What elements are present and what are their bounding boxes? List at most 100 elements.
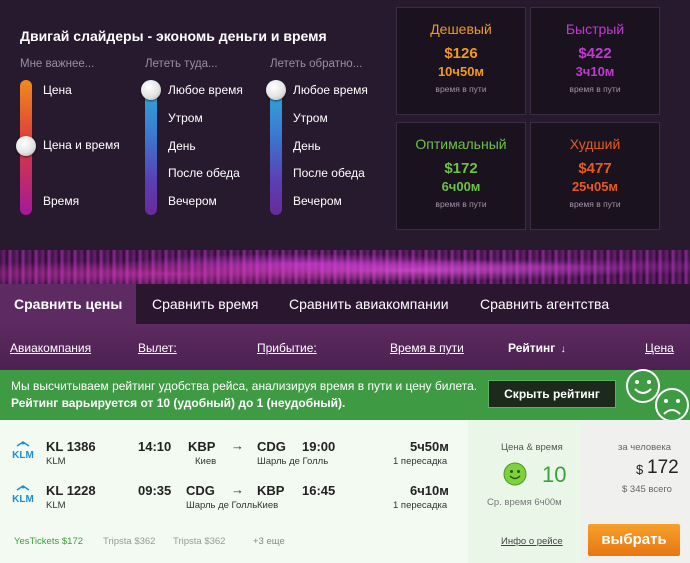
leg2-duration: 6ч10м <box>410 483 449 498</box>
select-button[interactable]: выбрать <box>588 524 680 556</box>
card-duration: 25ч05м <box>571 179 619 194</box>
total-price: $ 345 всего <box>622 484 672 495</box>
hide-rating-button[interactable]: Скрыть рейтинг <box>488 380 616 408</box>
sort-rating[interactable]: Рейтинг ↓ <box>508 341 566 355</box>
return-track[interactable] <box>270 80 282 215</box>
card-optimal[interactable]: Оптимальный $172 6ч00м время в пути <box>396 122 526 230</box>
departure-slider: Лететь туда... Любое время Утром День По… <box>141 58 243 215</box>
offer-yestickets[interactable]: YesTickets $172 <box>14 536 83 547</box>
card-duration: 10ч50м <box>437 64 485 79</box>
departure-track[interactable] <box>145 80 157 215</box>
price-value: 172 <box>647 457 679 478</box>
sad-face-icon <box>655 388 689 422</box>
leg1-dep-city: Киев <box>195 456 217 467</box>
card-fastest[interactable]: Быстрый $422 3ч10м время в пути <box>530 7 660 115</box>
preference-option-time[interactable]: Время <box>43 194 79 208</box>
rating-info-text: Мы высчитываем рейтинг удобства рейса, а… <box>11 378 481 412</box>
rating-info-desc: Мы высчитываем рейтинг удобства рейса, а… <box>11 379 478 393</box>
leg2-arrow-icon: → <box>231 482 244 497</box>
offer-tripsta[interactable]: Tripsta $362 <box>173 536 225 547</box>
sort-arrival[interactable]: Прибытие: <box>257 341 317 355</box>
sort-bar: Авиакомпания Вылет: Прибытие: Время в пу… <box>0 324 690 370</box>
card-title: Быстрый <box>565 21 625 37</box>
return-knob[interactable] <box>266 80 286 100</box>
avg-time: Ср. время 6ч00м <box>487 497 562 508</box>
sort-rating-label: Рейтинг <box>508 341 556 355</box>
preference-option-price[interactable]: Цена <box>43 83 72 97</box>
card-title: Дешевый <box>430 21 492 37</box>
sort-departure[interactable]: Вылет: <box>138 341 177 355</box>
card-title: Худший <box>569 136 621 152</box>
card-note: время в пути <box>569 199 621 209</box>
departure-option-day[interactable]: День <box>168 139 196 153</box>
offer-tripsta[interactable]: Tripsta $362 <box>103 536 155 547</box>
leg2-dep-time: 09:35 <box>138 483 172 498</box>
leg2-carrier: KLM <box>46 500 66 511</box>
preference-option-price-time[interactable]: Цена и время <box>43 138 120 152</box>
tab-compare-airlines[interactable]: Сравнить авиакомпании <box>289 284 449 324</box>
preference-header: Мне важнее... <box>20 58 95 70</box>
crowd-banner <box>0 250 690 284</box>
departure-option-afternoon[interactable]: После обеда <box>168 166 240 180</box>
happy-face-icon <box>503 462 527 486</box>
svg-text:KLM: KLM <box>12 450 34 461</box>
flight-result: KLM KL 1386 KLM 14:10 KBP Киев → CDG Шар… <box>0 420 690 563</box>
return-option-any[interactable]: Любое время <box>293 83 368 97</box>
sort-duration[interactable]: Время в пути <box>390 341 464 355</box>
compare-tabs: Сравнить цены Сравнить время Сравнить ав… <box>0 284 690 324</box>
leg1-carrier: KLM <box>46 456 66 467</box>
return-header: Лететь обратно... <box>270 58 363 70</box>
card-price: $477 <box>578 160 612 177</box>
leg1-arr-code: CDG <box>257 439 286 454</box>
filter-panel: Двигай слайдеры - экономь деньги и время… <box>0 0 690 250</box>
departure-option-evening[interactable]: Вечером <box>168 194 217 208</box>
leg1-dep-time: 14:10 <box>138 439 172 454</box>
sliders-title: Двигай слайдеры - экономь деньги и время <box>20 28 327 44</box>
return-option-morning[interactable]: Утром <box>293 111 328 125</box>
leg2-arr-city: Киев <box>257 500 279 511</box>
card-note: время в пути <box>435 199 487 209</box>
rating-info-bar: Мы высчитываем рейтинг удобства рейса, а… <box>0 369 690 422</box>
departure-option-any[interactable]: Любое время <box>168 83 243 97</box>
rating-info-range: Рейтинг варьируется от 10 (удобный) до 1… <box>11 396 346 410</box>
return-option-day[interactable]: День <box>293 139 321 153</box>
return-option-afternoon[interactable]: После обеда <box>293 166 365 180</box>
tab-compare-agencies[interactable]: Сравнить агентства <box>480 284 609 324</box>
svg-text:KLM: KLM <box>12 494 34 505</box>
leg1-duration: 5ч50м <box>410 439 449 454</box>
leg2-arr-code: KBP <box>257 483 285 498</box>
card-price: $126 <box>444 45 478 62</box>
return-slider: Лететь обратно... Любое время Утром День… <box>266 58 368 215</box>
sort-price[interactable]: Цена <box>645 341 674 355</box>
card-price: $422 <box>578 45 612 62</box>
card-note: время в пути <box>435 84 487 94</box>
price-currency: $ <box>636 462 644 477</box>
leg1-stops: 1 пересадка <box>393 456 448 467</box>
klm-logo-icon: KLM <box>12 441 34 461</box>
card-worst[interactable]: Худший $477 25ч05м время в пути <box>530 122 660 230</box>
per-person-label: за человека <box>618 442 672 453</box>
sort-airline[interactable]: Авиакомпания <box>10 341 91 355</box>
card-note: время в пути <box>569 84 621 94</box>
leg2-stops: 1 пересадка <box>393 500 448 511</box>
rating-label: Цена & время <box>501 442 563 453</box>
departure-option-morning[interactable]: Утром <box>168 111 203 125</box>
leg2-arr-time: 16:45 <box>302 483 336 498</box>
preference-knob[interactable] <box>16 136 36 156</box>
preference-slider: Мне важнее... Цена Цена и время Время <box>16 58 120 215</box>
card-price: $172 <box>444 160 478 177</box>
more-offers-link[interactable]: +3 еще <box>253 536 285 547</box>
departure-knob[interactable] <box>141 80 161 100</box>
flight-info-link[interactable]: Инфо о рейсе <box>501 536 563 547</box>
sort-arrow-icon: ↓ <box>560 344 566 355</box>
rating-value: 10 <box>542 462 567 487</box>
return-option-evening[interactable]: Вечером <box>293 194 342 208</box>
leg1-arr-city: Шарль де Голль <box>257 456 329 467</box>
leg1-arrow-icon: → <box>231 438 244 453</box>
card-cheapest[interactable]: Дешевый $126 10ч50м время в пути <box>396 7 526 115</box>
card-duration: 6ч00м <box>441 179 481 194</box>
leg1-arr-time: 19:00 <box>302 439 336 454</box>
leg2-dep-code: CDG <box>186 483 215 498</box>
tab-compare-time[interactable]: Сравнить время <box>152 284 258 324</box>
tab-compare-prices[interactable]: Сравнить цены <box>0 284 137 324</box>
